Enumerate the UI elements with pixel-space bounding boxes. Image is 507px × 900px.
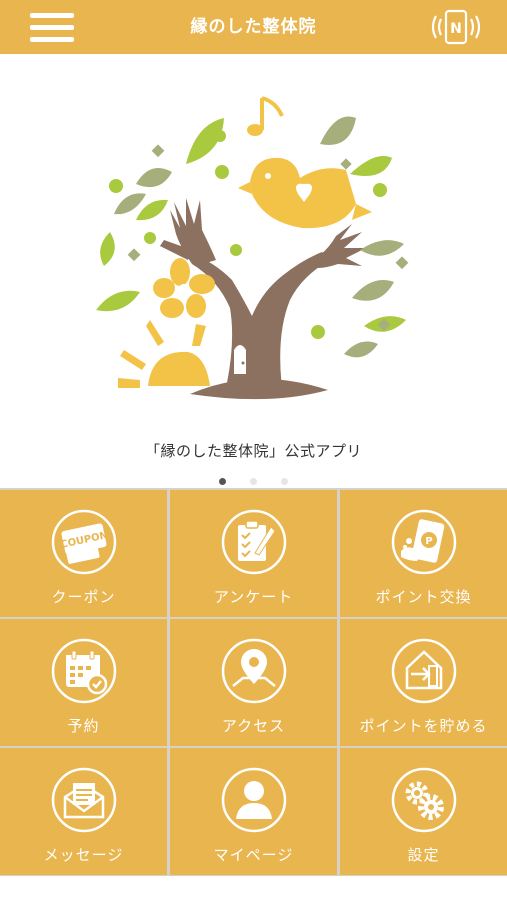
menu-earn-points-button[interactable]: ポイントを貯める (340, 619, 507, 746)
nfc-letter: N (450, 21, 462, 37)
menu-point-exchange-button[interactable]: P ポイント交換 (340, 490, 507, 617)
app-header: 縁のした整体院 N (0, 0, 507, 54)
check-in-icon (391, 638, 456, 704)
point-exchange-icon: P (391, 509, 456, 575)
menu-grid: COUPON クーポン アンケート P ポイント交換 予約 アクセス ポイントを… (0, 488, 507, 876)
menu-earn-points-label: ポイントを貯める (359, 717, 488, 735)
coupon-icon: COUPON (51, 509, 116, 575)
menu-coupon-label: クーポン (51, 588, 116, 606)
hero-caption: 「縁のした整体院」公式アプリ (144, 442, 362, 460)
menu-message-button[interactable]: メッセージ (0, 748, 167, 875)
menu-mypage-label: マイページ (213, 846, 294, 864)
nfc-phone-icon: N (431, 9, 481, 45)
tree-logo-illustration (96, 96, 409, 400)
menu-survey-label: アンケート (213, 588, 294, 606)
menu-mypage-button[interactable]: マイページ (170, 748, 337, 875)
menu-settings-button[interactable]: 設定 (340, 748, 507, 875)
menu-message-label: メッセージ (43, 846, 124, 864)
menu-point-exchange-label: ポイント交換 (375, 588, 472, 606)
carousel-pagination (0, 470, 507, 489)
gear-icon (391, 767, 456, 833)
menu-reservation-label: 予約 (67, 717, 100, 735)
menu-access-label: アクセス (221, 717, 286, 735)
menu-coupon-button[interactable]: COUPON クーポン (0, 490, 167, 617)
point-badge-text: P (425, 536, 432, 547)
carousel-dot-2[interactable] (250, 478, 257, 485)
calendar-icon (51, 638, 116, 704)
bottom-spacer (0, 876, 507, 900)
hero-banner[interactable] (0, 54, 507, 434)
menu-survey-button[interactable]: アンケート (170, 490, 337, 617)
mail-icon (51, 767, 116, 833)
nfc-button[interactable]: N (427, 8, 485, 46)
user-icon (221, 767, 286, 833)
survey-icon (221, 509, 286, 575)
menu-settings-label: 設定 (407, 846, 440, 864)
menu-reservation-button[interactable]: 予約 (0, 619, 167, 746)
menu-access-button[interactable]: アクセス (170, 619, 337, 746)
map-pin-icon (221, 638, 286, 704)
carousel-dot-3[interactable] (281, 478, 288, 485)
carousel-dot-1[interactable] (219, 478, 226, 485)
